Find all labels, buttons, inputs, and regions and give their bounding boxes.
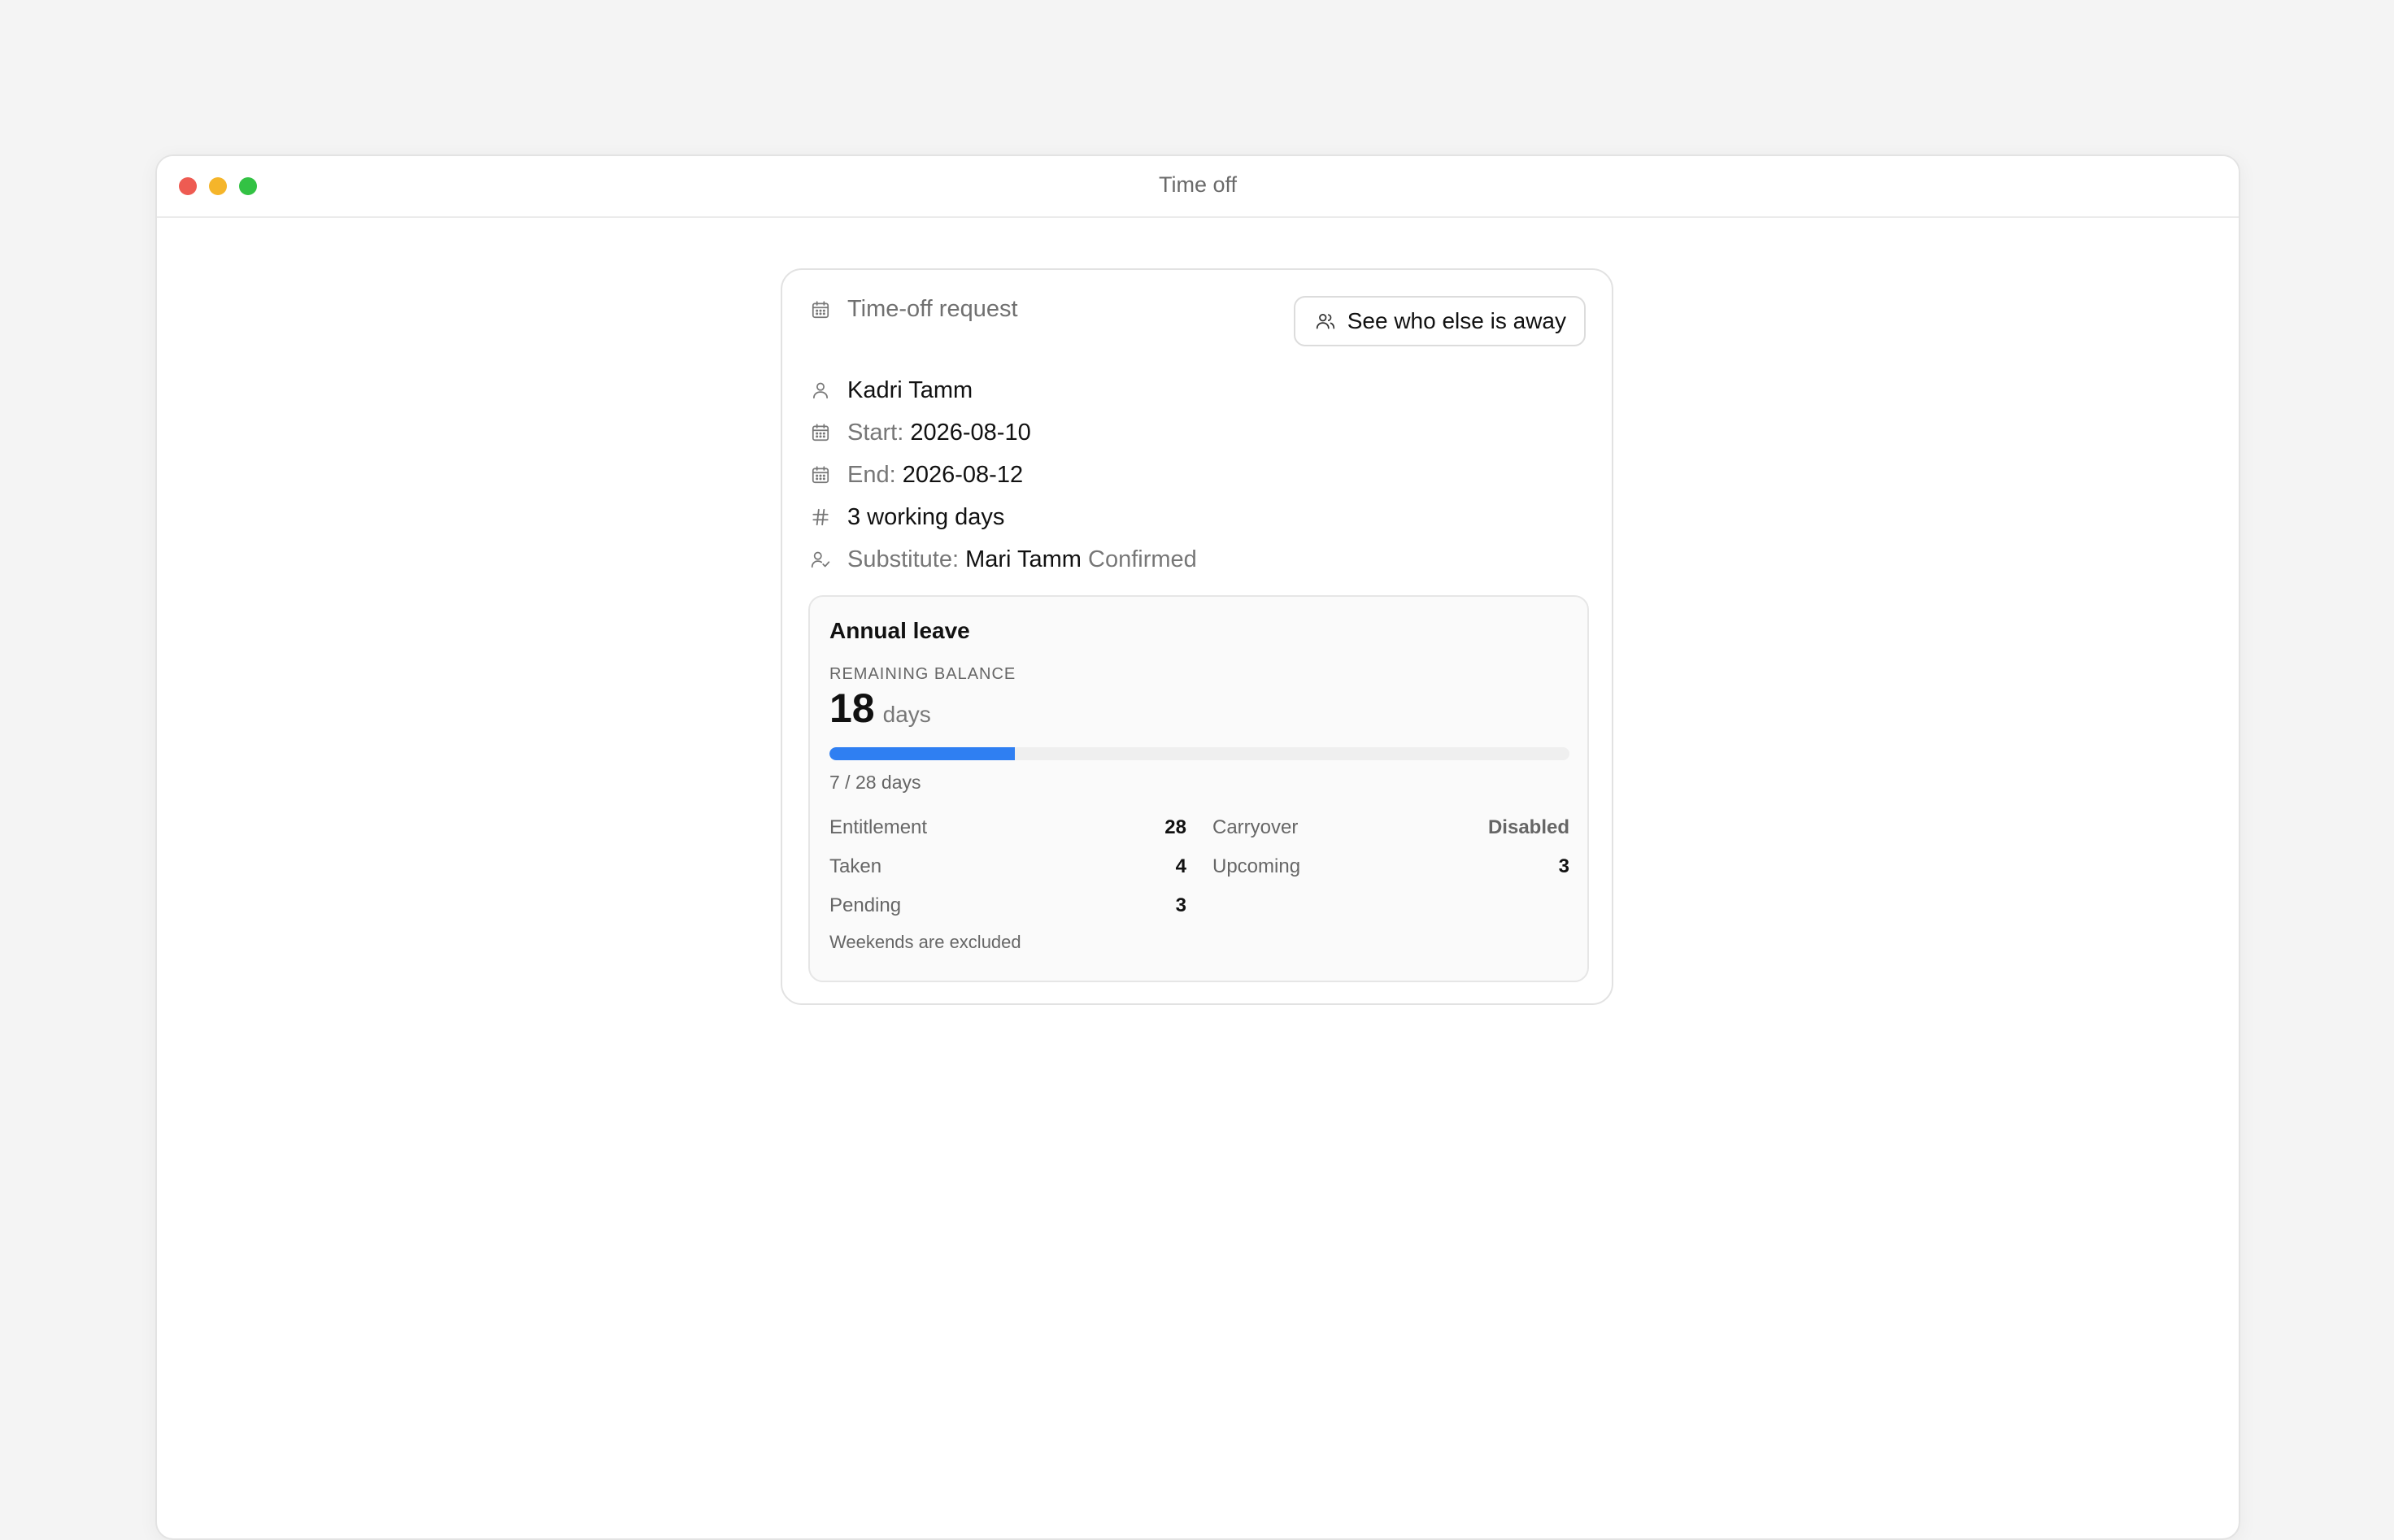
working-days-row: 3 working days	[808, 496, 1197, 538]
leave-usage-progress-fill	[829, 747, 1015, 760]
user-icon	[808, 378, 833, 402]
working-days: 3 working days	[847, 503, 1005, 530]
users-icon	[1313, 309, 1338, 333]
stat-value: 3	[1175, 894, 1186, 916]
app-window: Time off Time-off request See who else i…	[155, 154, 2240, 1540]
stat-value: 3	[1558, 855, 1569, 877]
stat-value: 28	[1164, 816, 1186, 838]
stat-upcoming: Upcoming 3	[1212, 847, 1569, 886]
leave-stats: Entitlement 28 Taken 4 Pending 3 Carryov…	[829, 808, 1569, 925]
remaining-balance-unit: days	[882, 702, 931, 727]
leave-usage-caption: 7 / 28 days	[829, 772, 921, 793]
stat-entitlement: Entitlement 28	[829, 808, 1186, 847]
stat-pending: Pending 3	[829, 886, 1186, 925]
away-button-label: See who else is away	[1347, 308, 1566, 333]
employee-row: Kadri Tamm	[808, 369, 1197, 411]
time-off-request-card: Time-off request See who else is away Ka…	[781, 268, 1613, 1005]
remaining-balance-label: REMAINING BALANCE	[829, 665, 1016, 683]
stat-label: Pending	[829, 894, 902, 916]
end-date-row: End: 2026-08-12	[808, 454, 1197, 496]
substitute-status: Confirmed	[1088, 546, 1197, 572]
calendar-icon	[808, 298, 833, 322]
stat-carryover: Carryover Disabled	[1212, 808, 1569, 847]
calendar-icon	[808, 463, 833, 487]
calendar-icon	[808, 420, 833, 445]
start-date: 2026-08-10	[910, 419, 1031, 446]
leave-stats-left: Entitlement 28 Taken 4 Pending 3	[829, 808, 1186, 925]
leave-usage-progress	[829, 747, 1569, 760]
hash-icon	[808, 505, 833, 529]
stat-taken: Taken 4	[829, 847, 1186, 886]
window-title: Time off	[1158, 172, 1238, 197]
end-date: 2026-08-12	[902, 461, 1024, 488]
stat-label: Entitlement	[829, 816, 928, 838]
weekend-footnote: Weekends are excluded	[829, 932, 1021, 952]
remaining-balance-number: 18	[829, 685, 875, 731]
substitute-name: Mari Tamm	[965, 546, 1082, 572]
remaining-balance: 18 days	[829, 685, 1568, 731]
stat-label: Taken	[829, 855, 882, 877]
card-title: Time-off request	[847, 296, 1018, 322]
leave-balance-panel: Annual leave REMAINING BALANCE 18 days 7…	[808, 595, 1589, 982]
see-who-else-is-away-button[interactable]: See who else is away	[1293, 296, 1586, 346]
stat-label: Upcoming	[1212, 855, 1301, 877]
substitute-label: Substitute:	[847, 546, 960, 572]
leave-stats-right: Carryover Disabled Upcoming 3	[1212, 808, 1569, 925]
stat-label: Carryover	[1212, 816, 1299, 838]
leave-type-title: Annual leave	[829, 618, 970, 643]
stat-value: Disabled	[1487, 816, 1569, 838]
title-bar: Time off	[157, 156, 2239, 218]
card-header: Time-off request	[808, 296, 1018, 323]
start-label: Start:	[847, 419, 904, 446]
end-label: End:	[847, 461, 896, 488]
substitute-row: Substitute: Mari Tamm Confirmed	[808, 538, 1197, 581]
request-details: Kadri Tamm Start: 2026-08-10 End: 2026-0…	[808, 369, 1197, 581]
user-check-icon	[808, 547, 833, 572]
stat-value: 4	[1175, 855, 1186, 877]
employee-name: Kadri Tamm	[847, 376, 973, 403]
start-date-row: Start: 2026-08-10	[808, 411, 1197, 454]
